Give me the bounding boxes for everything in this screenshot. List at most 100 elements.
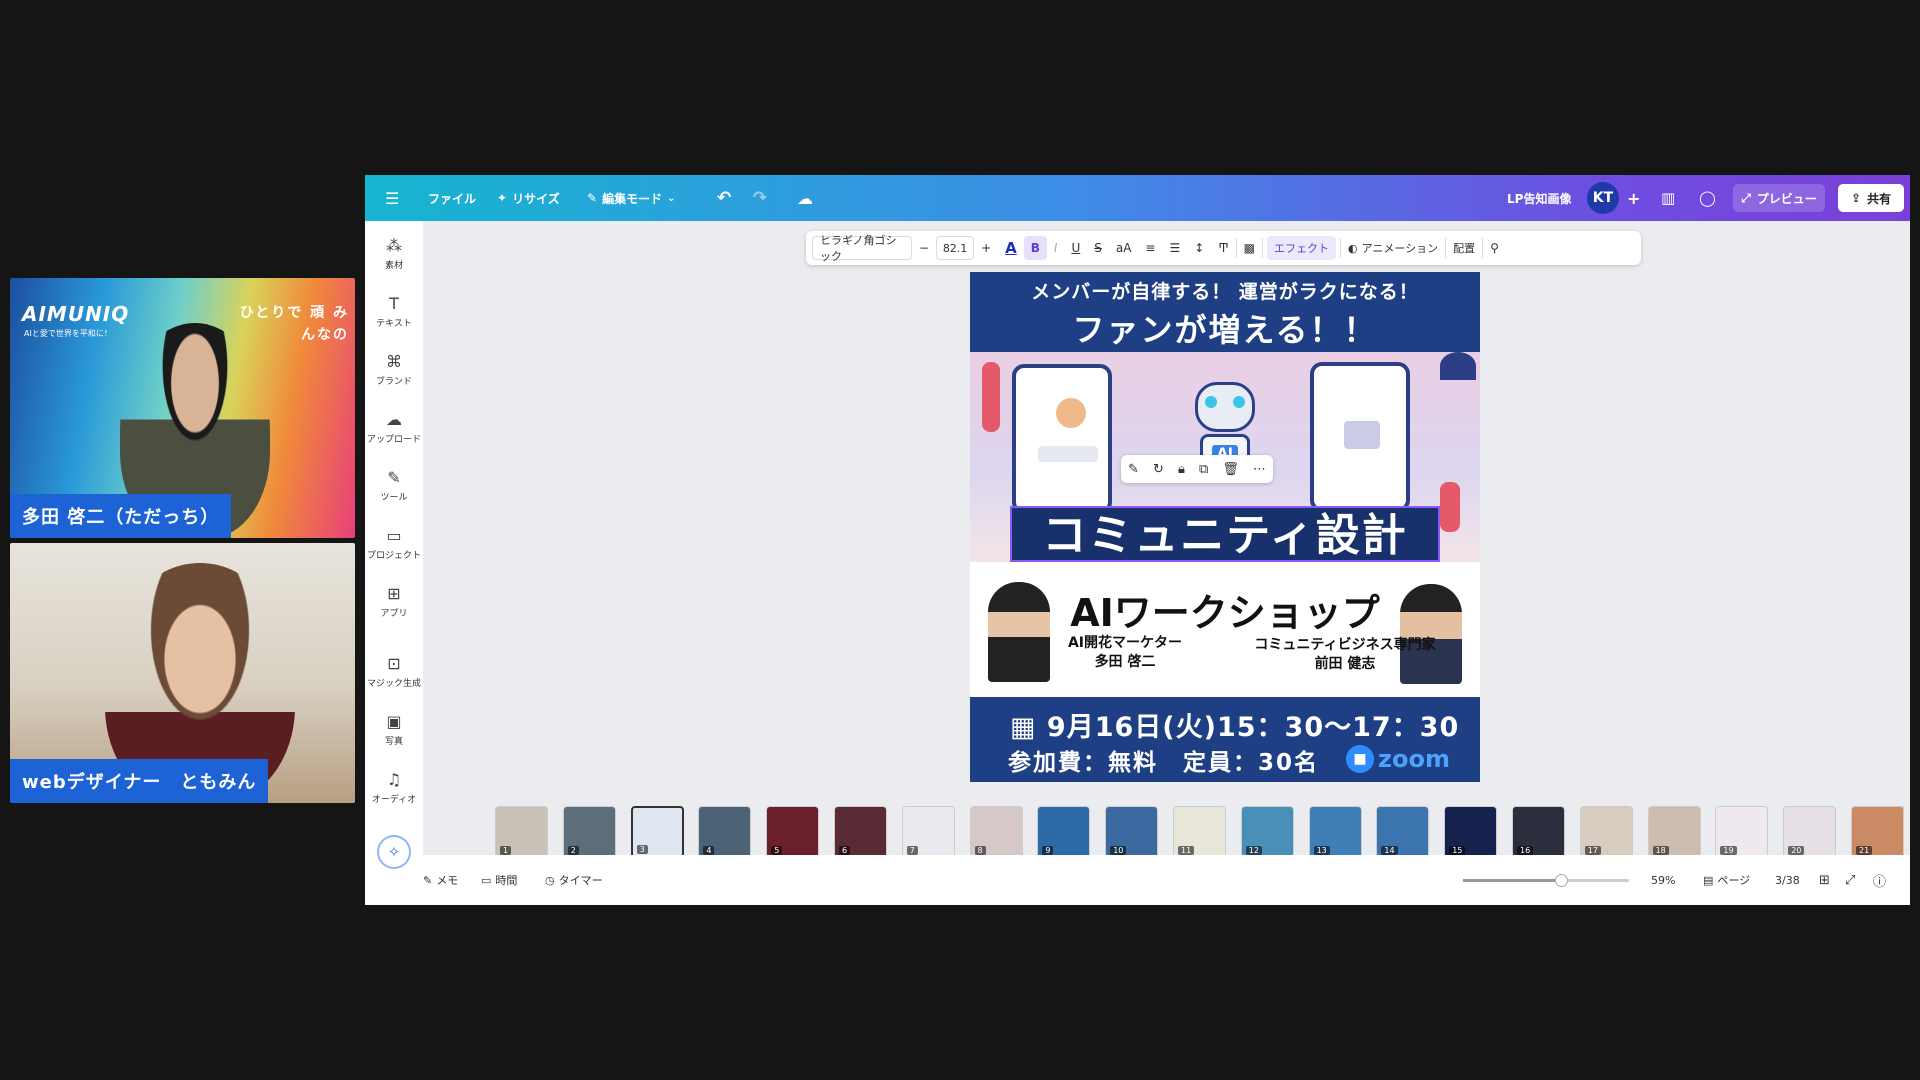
user-avatar[interactable]: KT: [1587, 182, 1619, 214]
page-thumbnail[interactable]: 13: [1308, 806, 1362, 858]
sidebar-item-apps[interactable]: ⊞ アプリ: [365, 577, 423, 627]
illustration-robot-eye: [1205, 396, 1217, 408]
design-subtitle[interactable]: メンバーが自律する！ 運営がラクになる！: [970, 277, 1480, 304]
undo-button[interactable]: ↶: [717, 175, 731, 221]
page-thumbnail[interactable]: 17: [1579, 806, 1633, 858]
speaker-2-label[interactable]: コミュニティビジネス専門家 前田 健志: [1235, 636, 1455, 674]
copy-style-button[interactable]: ⚲: [1483, 231, 1506, 265]
preview-button[interactable]: ⤢ プレビュー: [1733, 184, 1825, 212]
rotate-icon[interactable]: ↻: [1153, 462, 1164, 477]
font-size-increase[interactable]: +: [974, 231, 998, 265]
vertical-text-icon: Ͳ: [1218, 241, 1229, 255]
comments-button[interactable]: ◯: [1699, 175, 1716, 221]
edit-mode-dropdown[interactable]: ✎ 編集モード ⌄: [587, 175, 675, 221]
sidebar-item-projects[interactable]: ▭ プロジェクト: [365, 519, 423, 569]
pages-label: ページ: [1717, 874, 1751, 887]
italic-button[interactable]: I: [1047, 231, 1065, 265]
lock-icon[interactable]: 🔒︎: [1178, 462, 1185, 477]
design-headline[interactable]: ファンが増える！！: [970, 305, 1480, 351]
vertical-text-button[interactable]: Ͳ: [1211, 231, 1235, 265]
duplicate-icon[interactable]: ⧉: [1199, 462, 1208, 477]
more-icon[interactable]: ⋯: [1253, 462, 1266, 477]
page-thumbnail[interactable]: 1: [495, 806, 548, 858]
list-button[interactable]: ☰: [1162, 231, 1187, 265]
animation-icon: ◐: [1348, 241, 1358, 255]
project-name[interactable]: LP告知画像: [1507, 175, 1571, 221]
strikethrough-button[interactable]: S: [1087, 231, 1109, 265]
letter-case-button[interactable]: aA: [1109, 231, 1139, 265]
illustration-lock-card: [1344, 421, 1380, 449]
sidebar-item-elements[interactable]: ⁂ 素材: [365, 229, 423, 279]
sidebar-item-audio[interactable]: ♫ オーディオ: [365, 763, 423, 813]
page-thumbnail[interactable]: 3: [630, 806, 684, 858]
sidebar-item-brand[interactable]: ⌘ ブランド: [365, 345, 423, 395]
resize-button[interactable]: ✦ リサイズ: [497, 175, 560, 221]
cloud-save-status[interactable]: ☁: [797, 175, 813, 221]
preview-label: プレビュー: [1756, 191, 1817, 206]
page-thumbnail[interactable]: 14: [1376, 806, 1430, 858]
redo-button[interactable]: ↷: [753, 175, 767, 221]
sidebar-item-tools[interactable]: ✎ ツール: [365, 461, 423, 511]
help-button[interactable]: ⓘ: [1873, 855, 1886, 905]
insights-button[interactable]: ▥: [1661, 175, 1675, 221]
page-thumbnail[interactable]: 19: [1715, 806, 1769, 858]
notes-button[interactable]: ✎ メモ: [423, 855, 458, 905]
magic-assistant-button[interactable]: ✧: [377, 835, 411, 869]
bold-button[interactable]: B: [1023, 236, 1047, 260]
design-zoom-logo[interactable]: ■ zoom: [1346, 745, 1450, 773]
spacing-button[interactable]: ↕: [1187, 231, 1211, 265]
zoom-slider-track[interactable]: [1463, 874, 1629, 887]
page-thumbnail[interactable]: 4: [698, 806, 752, 858]
file-menu[interactable]: ファイル: [428, 175, 476, 221]
trash-icon[interactable]: 🗑︎: [1222, 462, 1239, 477]
page-thumbnail[interactable]: 11: [1173, 806, 1226, 858]
sidebar-item-upload[interactable]: ☁ アップロード: [365, 403, 423, 453]
zoom-slider-handle[interactable]: [1554, 874, 1568, 887]
page-thumbnail[interactable]: 5: [766, 806, 820, 858]
text-color-button[interactable]: A: [998, 231, 1024, 265]
speaker-1-name: 多田 啓二: [1094, 654, 1156, 670]
grid-view-button[interactable]: ⊞: [1819, 855, 1830, 905]
transparency-button[interactable]: ▩: [1237, 231, 1262, 265]
design-date[interactable]: ▦ 9月16日(火)15：30〜17：30: [1010, 705, 1459, 744]
page-thumbnail[interactable]: 21: [1851, 806, 1904, 858]
pages-button[interactable]: ▤ ページ: [1703, 855, 1750, 905]
sidebar-item-magic[interactable]: ⊡ マジック生成: [365, 647, 423, 697]
font-family-select[interactable]: ヒラギノ角ゴシック: [812, 234, 912, 263]
timer-button[interactable]: ◷ タイマー: [545, 855, 603, 905]
menu-button[interactable]: ☰: [385, 175, 399, 221]
page-thumbnail[interactable]: 10: [1105, 806, 1159, 858]
align-center-button[interactable]: ≡: [1138, 231, 1162, 265]
animation-button[interactable]: ◐ アニメーション: [1341, 231, 1445, 265]
page-thumbnail[interactable]: 15: [1444, 806, 1498, 858]
fullscreen-button[interactable]: ⤢: [1845, 855, 1855, 905]
toolbar-divider: [1262, 238, 1263, 258]
design-fee[interactable]: 参加費：無料 定員：30名: [1008, 743, 1319, 777]
underline-button[interactable]: U: [1064, 231, 1087, 265]
design-title-selected[interactable]: コミュニティ設計: [1010, 506, 1440, 562]
sidebar-item-photos[interactable]: ▣ 写真: [365, 705, 423, 755]
sidebar-item-text[interactable]: T テキスト: [365, 287, 423, 337]
page-thumbnail[interactable]: 2: [562, 806, 616, 858]
share-button[interactable]: ⇪ 共有: [1838, 184, 1904, 212]
duration-button[interactable]: ▭ 時間: [481, 855, 517, 905]
page-thumbnail[interactable]: 8: [969, 806, 1023, 858]
page-count[interactable]: 3/38: [1775, 855, 1800, 905]
font-size-decrease[interactable]: −: [912, 231, 936, 265]
magic-edit-icon[interactable]: ✎: [1128, 462, 1139, 477]
page-thumbnail[interactable]: 12: [1240, 806, 1294, 858]
folder-icon: ▭: [386, 525, 402, 545]
zoom-level[interactable]: 59%: [1651, 855, 1675, 905]
page-thumbnail[interactable]: 6: [834, 806, 887, 858]
font-size-input[interactable]: 82.1: [936, 236, 975, 260]
page-thumbnail[interactable]: 20: [1783, 806, 1837, 858]
page-thumbnail[interactable]: 18: [1647, 806, 1701, 858]
effects-button[interactable]: エフェクト: [1267, 236, 1336, 260]
design-page[interactable]: メンバーが自律する！ 運営がラクになる！ ファンが増える！！ AI コミュニティ…: [970, 272, 1480, 782]
page-thumbnail[interactable]: 7: [901, 806, 955, 858]
page-thumbnail[interactable]: 9: [1037, 806, 1091, 858]
speaker-1-label[interactable]: AI開花マーケター 多田 啓二: [1040, 634, 1210, 672]
page-thumbnail[interactable]: 16: [1512, 806, 1565, 858]
position-button[interactable]: 配置: [1446, 231, 1482, 265]
add-collaborator-button[interactable]: +: [1627, 175, 1640, 221]
